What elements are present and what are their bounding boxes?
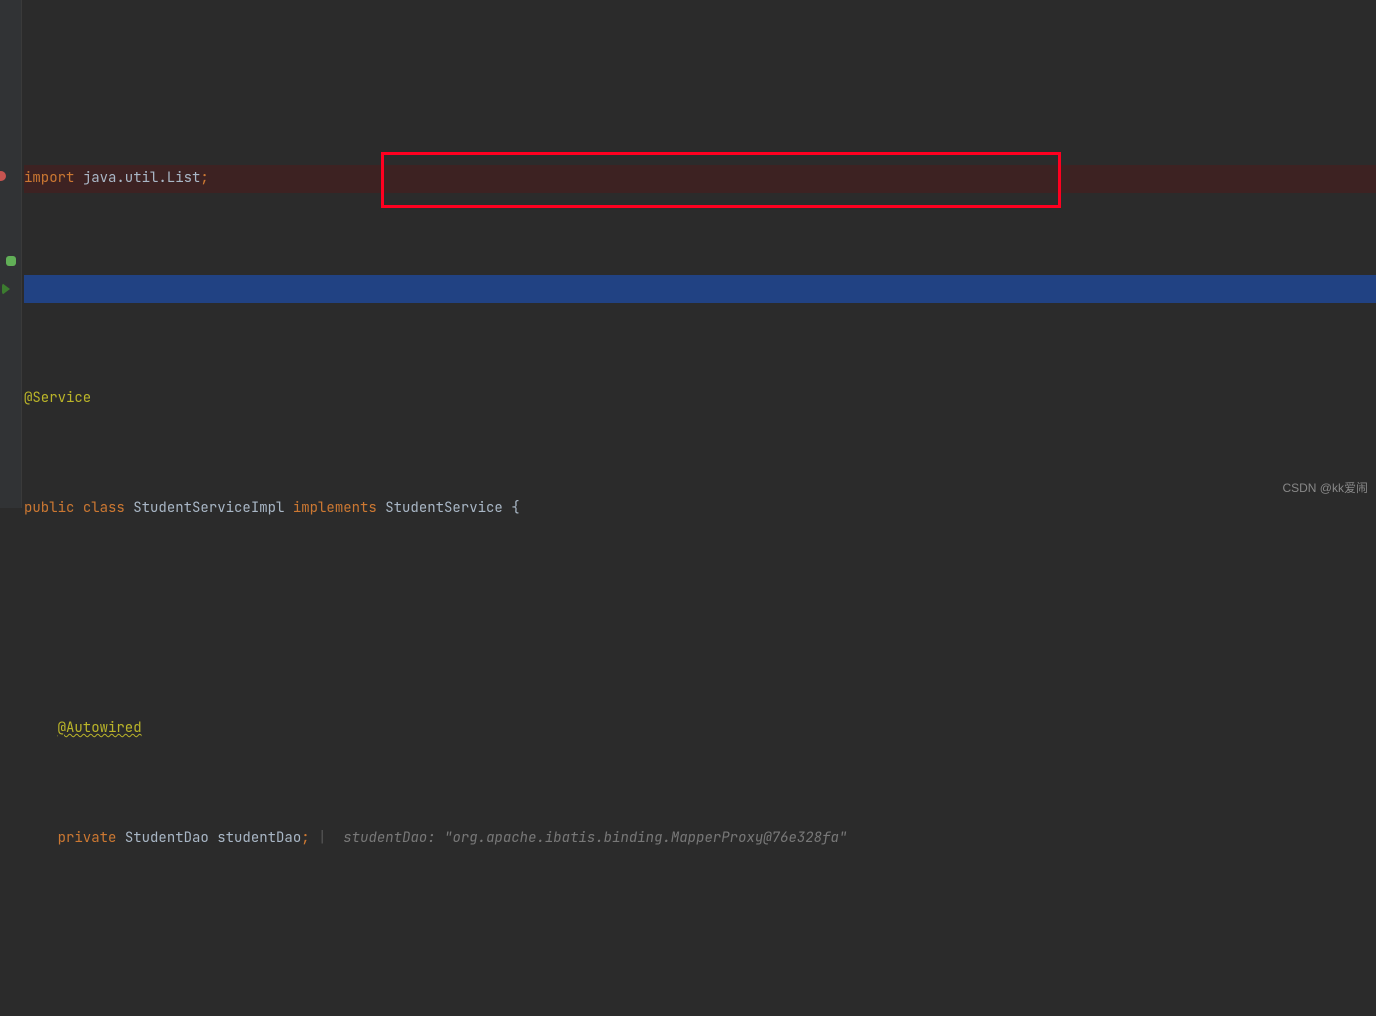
code-line [24, 275, 1376, 303]
code-line: public class StudentServiceImpl implemen… [24, 495, 1376, 523]
import-path: java.util.List [83, 169, 201, 187]
type: StudentDao [125, 829, 209, 847]
keyword: implements [293, 499, 377, 517]
code-line: private StudentDao studentDao; | student… [24, 825, 1376, 853]
punct: ; [200, 169, 208, 187]
inlay-separator: | [318, 829, 326, 847]
keyword: class [83, 499, 125, 517]
gutter [0, 0, 22, 508]
annotation: @Service [24, 389, 91, 407]
annotation: @Autowired [58, 719, 142, 737]
watermark: CSDN @kk爱闹 [1282, 475, 1368, 503]
code-line: @Service [24, 385, 1376, 413]
inlay-hint: studentDao: "org.apache.ibatis.binding.M… [343, 829, 847, 847]
keyword: public [24, 499, 74, 517]
field-name: studentDao [217, 829, 301, 847]
punct: ; [301, 829, 309, 847]
code-editor[interactable]: import java.util.List; @Service public c… [24, 0, 1376, 1016]
code-line: @Autowired [24, 715, 1376, 743]
keyword: import [24, 169, 74, 187]
code-line [24, 935, 1376, 963]
brace: { [511, 499, 519, 517]
breakpoint-icon[interactable] [0, 171, 6, 181]
keyword: private [58, 829, 117, 847]
class-name: StudentServiceImpl [133, 499, 284, 517]
exec-arrow-icon [2, 283, 10, 295]
code-line [24, 605, 1376, 633]
interface-name: StudentService [385, 499, 503, 517]
code-line: import java.util.List; [24, 165, 1376, 193]
override-icon[interactable] [6, 256, 16, 266]
